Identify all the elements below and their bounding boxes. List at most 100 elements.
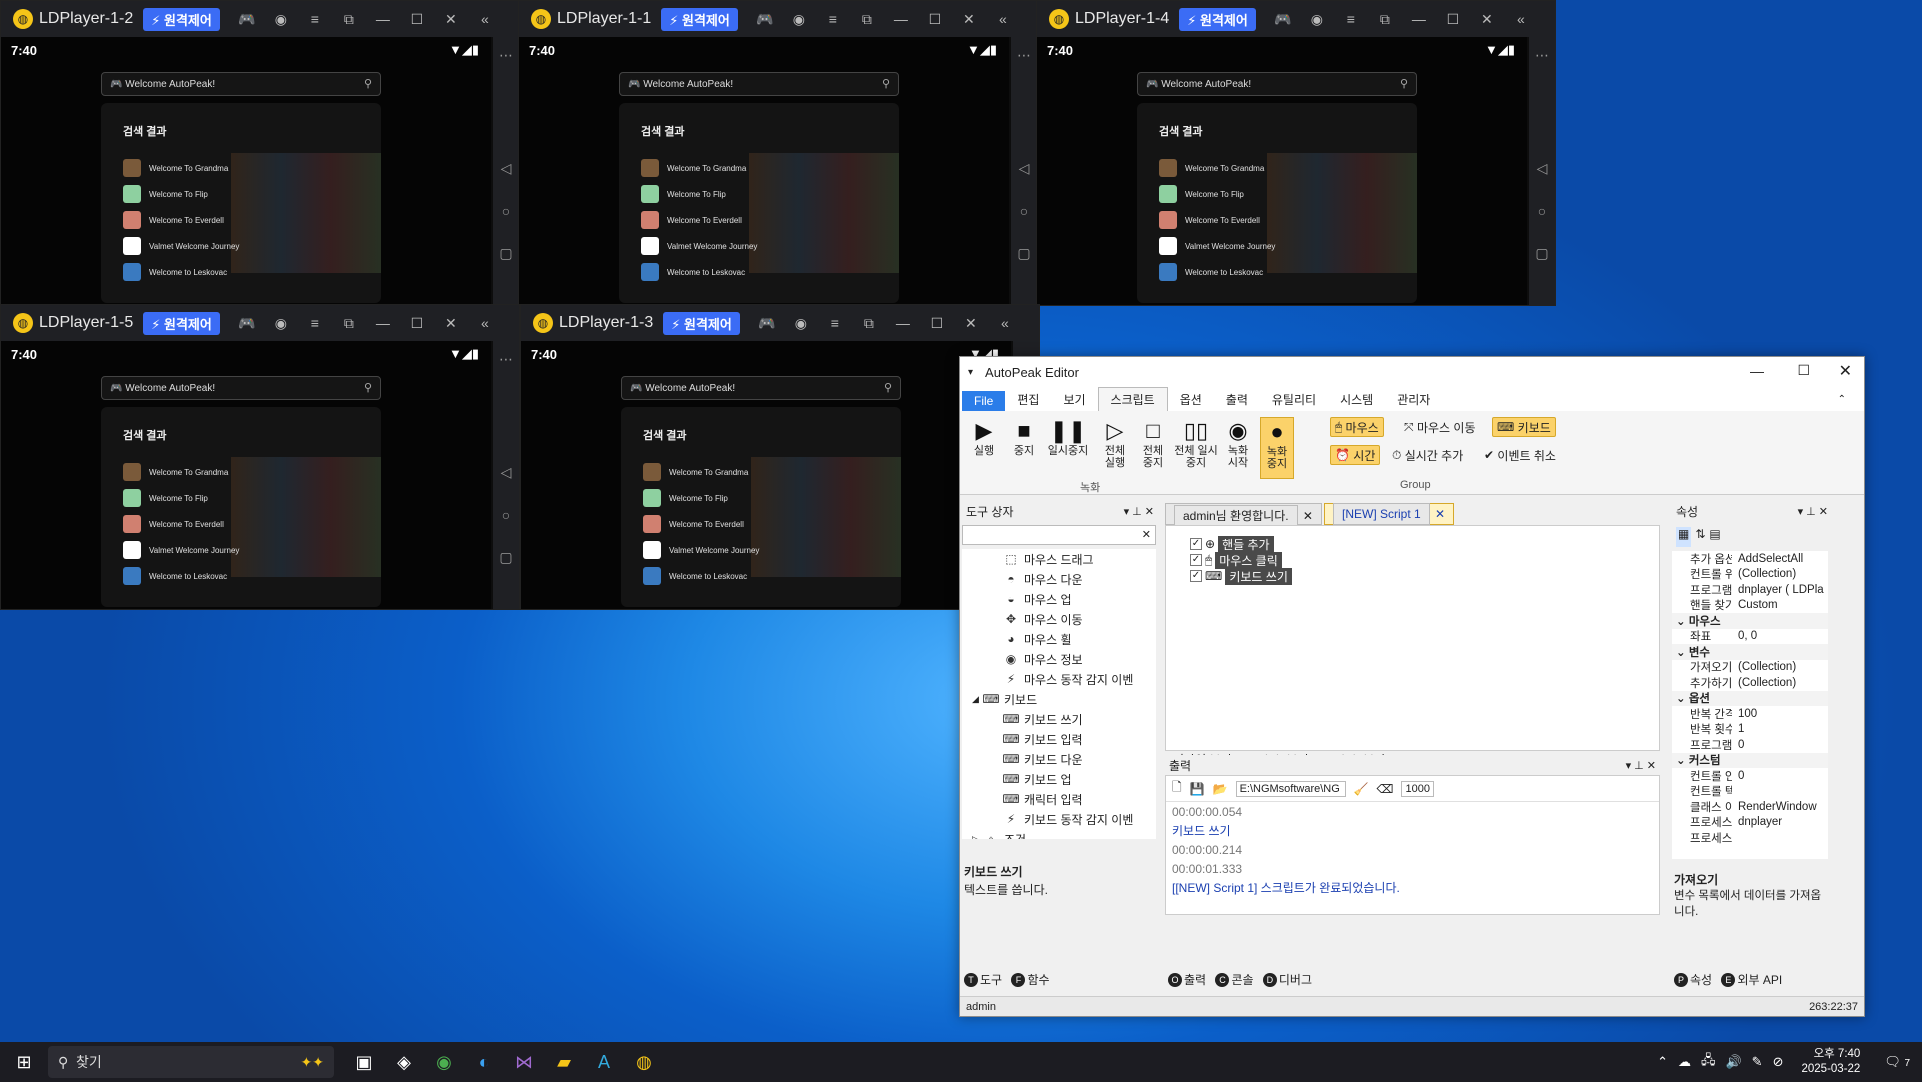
more-icon[interactable]: ⋯: [1017, 47, 1031, 64]
search-result-item[interactable]: Valmet Welcome Journey: [123, 237, 239, 255]
property-value[interactable]: RenderWindow: [1732, 801, 1817, 813]
gamepad-icon[interactable]: 🎮: [748, 11, 782, 28]
tab-props[interactable]: P 속성: [1674, 971, 1712, 988]
recents-icon[interactable]: ▢: [499, 245, 512, 262]
home-icon[interactable]: ○: [1020, 203, 1028, 219]
pane-close-icon[interactable]: ▾ ⊥ ✕: [1798, 505, 1828, 518]
toolbox-item[interactable]: ◕ 마우스 휠: [962, 629, 1156, 649]
property-row[interactable]: 컨트롤 위 (Collection): [1672, 567, 1828, 583]
tab-console[interactable]: C 콘솔: [1215, 971, 1254, 988]
search-result-item[interactable]: Welcome To Flip: [123, 185, 208, 203]
recents-icon[interactable]: ▢: [499, 549, 512, 566]
close-icon[interactable]: ✕: [1839, 361, 1852, 381]
sort-az-icon[interactable]: ⇅: [1695, 527, 1705, 547]
checkbox[interactable]: ✓: [1190, 570, 1202, 582]
toolbox-item[interactable]: ⬚ 마우스 드래그: [962, 549, 1156, 569]
collapse-icon[interactable]: «: [1504, 11, 1538, 27]
pane-close-icon[interactable]: ▾ ⊥ ✕: [1124, 505, 1154, 518]
property-value[interactable]: (Collection): [1732, 568, 1796, 580]
collapse-icon[interactable]: «: [468, 11, 502, 27]
gamepad-icon[interactable]: 🎮: [230, 11, 264, 28]
android-screen[interactable]: 7:40 ▼◢▮ 🎮 Welcome AutoPeak! ⚲ 검색 결과 Welco…: [1, 37, 491, 305]
account-icon[interactable]: ◉: [264, 11, 298, 28]
search-result-item[interactable]: Valmet Welcome Journey: [1159, 237, 1275, 255]
account-icon[interactable]: ◉: [264, 315, 298, 332]
search-result-item[interactable]: Welcome To Everdell: [643, 515, 744, 533]
close-icon[interactable]: ✕: [434, 315, 468, 332]
property-value[interactable]: dnplayer ( LDPla: [1732, 584, 1824, 596]
property-row[interactable]: ⌄ 옵션: [1672, 690, 1828, 706]
folder-icon[interactable]: 📂: [1213, 782, 1228, 796]
pause-all-button[interactable]: ▯▯ 전체 일시중지: [1174, 417, 1218, 469]
edge-icon[interactable]: ◐: [464, 1042, 504, 1082]
tab-debug[interactable]: D 디버그: [1262, 971, 1312, 988]
checkbox[interactable]: ✓: [1190, 538, 1202, 550]
property-value[interactable]: 0, 0: [1732, 630, 1757, 642]
collapse-icon[interactable]: «: [988, 315, 1022, 331]
home-icon[interactable]: ○: [502, 507, 510, 523]
search-result-item[interactable]: Welcome to Leskovac: [123, 263, 227, 281]
search-result-item[interactable]: Welcome to Leskovac: [123, 567, 227, 585]
property-row[interactable]: 프로세스 dnplayer: [1672, 815, 1828, 831]
toolbox-item[interactable]: ◒ 마우스 업: [962, 589, 1156, 609]
menu-utility[interactable]: 유틸리티: [1260, 388, 1328, 411]
search-bar[interactable]: 🎮 Welcome AutoPeak! ⚲: [101, 376, 381, 400]
restore-icon[interactable]: ⧉: [850, 11, 884, 28]
chevron-up-icon[interactable]: ⌃: [1657, 1054, 1668, 1070]
tab-external-api[interactable]: E 외부 API: [1721, 971, 1782, 988]
network-icon[interactable]: 🖧: [1701, 1051, 1716, 1073]
more-icon[interactable]: ⋯: [499, 47, 513, 64]
notification-icon[interactable]: 🗨 7: [1884, 1054, 1910, 1070]
cloud-icon[interactable]: ☁: [1678, 1054, 1691, 1070]
property-row[interactable]: 컨트롤 인0: [1672, 768, 1828, 784]
toolbox-search-input[interactable]: ✕: [962, 525, 1156, 545]
android-screen[interactable]: 7:40 ▼◢▮ 🎮 Welcome AutoPeak! ⚲ 검색 결과 Welco…: [519, 37, 1009, 305]
menu-view[interactable]: 보기: [1051, 388, 1097, 411]
back-icon[interactable]: ◁: [1019, 160, 1030, 177]
remote-control-button[interactable]: ⚡ 원격제어: [661, 7, 738, 31]
property-value[interactable]: (Collection): [1732, 661, 1796, 673]
property-row[interactable]: 클래스 이 RenderWindow: [1672, 799, 1828, 815]
node-mouse-click[interactable]: ✓ 🖱 마우스 클릭: [1190, 551, 1282, 569]
menu-system[interactable]: 시스템: [1328, 388, 1385, 411]
search-result-item[interactable]: Welcome To Flip: [1159, 185, 1244, 203]
search-result-item[interactable]: Welcome to Leskovac: [641, 263, 745, 281]
tab-welcome[interactable]: admin님 환영합니다. ✕: [1165, 503, 1322, 527]
toolbox-item[interactable]: ✥ 마우스 이동: [962, 609, 1156, 629]
copilot-icon[interactable]: ◈: [384, 1042, 424, 1082]
property-row[interactable]: ⌄ 마우스: [1672, 613, 1828, 629]
record-start-button[interactable]: ◉ 녹화 시작: [1222, 417, 1254, 469]
account-icon[interactable]: ◉: [784, 315, 818, 332]
toolbox-item[interactable]: ⌨ 키보드 다운: [962, 749, 1156, 769]
close-icon[interactable]: ✕: [1470, 11, 1504, 28]
property-row[interactable]: 프로그램 dnplayer ( LDPla: [1672, 582, 1828, 598]
realtime-add-toggle[interactable]: ⏱ 실시간 추가: [1388, 445, 1467, 465]
menu-output[interactable]: 출력: [1214, 388, 1260, 411]
search-result-item[interactable]: Welcome To Flip: [641, 185, 726, 203]
clock[interactable]: 오후 7:40 2025-03-22: [1801, 1047, 1860, 1077]
toolbox-item[interactable]: ⚡ 키보드 동작 감지 이벤: [962, 809, 1156, 829]
property-row[interactable]: ⌄ 변수: [1672, 644, 1828, 660]
menu-icon[interactable]: ≡: [816, 11, 850, 27]
new-icon[interactable]: 🗋: [1172, 778, 1182, 799]
search-bar[interactable]: 🎮 Welcome AutoPeak! ⚲: [619, 72, 899, 96]
gamepad-icon[interactable]: 🎮: [230, 315, 264, 332]
account-icon[interactable]: ◉: [1300, 11, 1334, 28]
search-result-item[interactable]: Welcome To Everdell: [1159, 211, 1260, 229]
restore-icon[interactable]: ⧉: [332, 11, 366, 28]
search-result-item[interactable]: Welcome To Grandma: [643, 463, 748, 481]
property-row[interactable]: 핸들 찾기 Custom: [1672, 598, 1828, 614]
search-result-item[interactable]: Welcome To Flip: [123, 489, 208, 507]
menu-icon[interactable]: ≡: [298, 11, 332, 27]
home-icon[interactable]: ○: [502, 203, 510, 219]
checkbox[interactable]: ✓: [1190, 554, 1202, 566]
close-icon[interactable]: ✕: [434, 11, 468, 28]
menu-script[interactable]: 스크립트: [1097, 387, 1168, 411]
minimize-icon[interactable]: —: [1750, 363, 1764, 379]
taskbar-search[interactable]: ⚲ 찾기 ✦✦: [48, 1046, 334, 1078]
remote-control-button[interactable]: ⚡ 원격제어: [143, 7, 220, 31]
menu-icon[interactable]: ▾: [968, 367, 973, 378]
account-icon[interactable]: ◉: [782, 11, 816, 28]
autopeak-icon[interactable]: A: [584, 1042, 624, 1082]
toolbox-item[interactable]: ▷⌖조건: [962, 829, 1156, 840]
